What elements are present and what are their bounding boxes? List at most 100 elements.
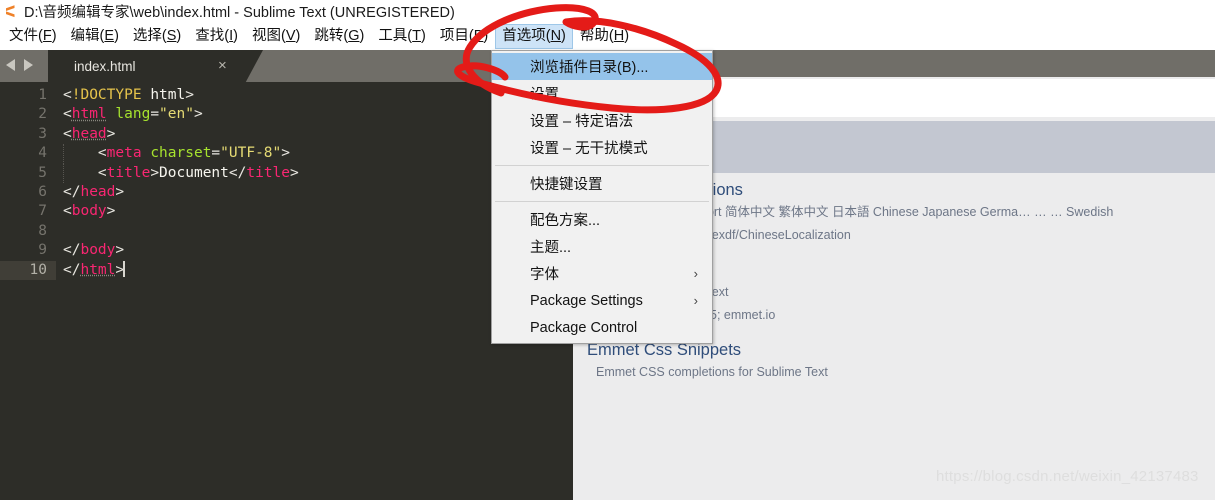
dropdown-item-label: 浏览插件目录(B)... xyxy=(530,60,649,76)
code-token: head xyxy=(80,183,116,200)
menu-goto[interactable]: 跳转(G) xyxy=(307,24,371,49)
code-token: </ xyxy=(63,261,81,278)
code-token: < xyxy=(97,145,107,162)
code-line: 6 </head> xyxy=(0,183,573,202)
editor-region: index.html × 1 <!DOCTYPE html> 2 <html lang… xyxy=(0,50,573,500)
code-line: 2 <html lang="en"> xyxy=(0,105,573,124)
line-number: 9 xyxy=(38,242,47,259)
code-token: = xyxy=(150,106,160,123)
chevron-right-icon: › xyxy=(693,293,698,308)
code-line: 10 </html> xyxy=(0,260,573,280)
tab-bar: index.html × xyxy=(0,50,573,82)
dropdown-menu-item[interactable]: 设置 – 无干扰模式 xyxy=(492,134,712,161)
line-number: 6 xyxy=(38,183,47,200)
dropdown-menu-item[interactable]: 浏览插件目录(B)... xyxy=(492,53,712,80)
dropdown-menu-item[interactable]: 字体 › xyxy=(492,260,712,287)
tab-index-html[interactable]: index.html xyxy=(48,50,263,82)
dropdown-item-label: 字体 xyxy=(530,267,559,283)
code-line: 1 <!DOCTYPE html> xyxy=(0,86,573,105)
text-caret xyxy=(123,260,126,277)
code-token: </ xyxy=(63,242,81,259)
tab-close-icon[interactable]: × xyxy=(218,58,227,73)
dropdown-menu-item[interactable]: 快捷键设置 xyxy=(492,170,712,197)
code-line-text: </html> xyxy=(56,260,126,280)
code-token: = xyxy=(211,145,221,162)
menu-view[interactable]: 视图(V) xyxy=(245,24,307,49)
code-token: html xyxy=(150,87,186,103)
menu-bar: 文件(F) 编辑(E) 选择(S) 查找(I) 视图(V) 跳转(G) 工具(T… xyxy=(0,23,1215,50)
chevron-right-icon: › xyxy=(693,266,698,281)
dropdown-menu-item[interactable]: 设置 – 特定语法 xyxy=(492,107,712,134)
line-number: 3 xyxy=(38,125,47,142)
code-token: < xyxy=(63,106,72,123)
code-token: </ xyxy=(63,183,81,200)
arrow-left-icon[interactable] xyxy=(5,58,18,72)
code-token: title xyxy=(246,164,291,181)
menu-project[interactable]: 项目(P) xyxy=(433,24,495,49)
dropdown-item-label: 快捷键设置 xyxy=(530,177,603,193)
code-token: < xyxy=(97,164,107,181)
menu-tools[interactable]: 工具(T) xyxy=(371,24,433,49)
menu-help[interactable]: 帮助(H) xyxy=(573,24,636,49)
code-token: > xyxy=(150,164,160,181)
code-line-text: <title>Document</title> xyxy=(56,163,299,183)
dropdown-item-label: 设置 xyxy=(530,87,559,103)
window-title: D:\音频编辑专家\web\index.html - Sublime Text … xyxy=(24,5,455,21)
menu-separator xyxy=(495,165,709,166)
code-token: < xyxy=(63,203,72,220)
code-token: body xyxy=(71,203,107,220)
code-token: !DOCTYPE xyxy=(71,87,142,103)
code-token: > xyxy=(106,203,116,220)
menu-file[interactable]: 文件(F) xyxy=(2,24,64,49)
preferences-dropdown-menu[interactable]: 浏览插件目录(B)... 设置设置 – 特定语法设置 – 无干扰模式 快捷键设置配色… xyxy=(491,50,713,344)
code-token: > xyxy=(185,87,194,103)
dropdown-item-label: 设置 – 无干扰模式 xyxy=(530,141,648,157)
code-token: meta xyxy=(106,145,142,162)
code-line-text: <html lang="en"> xyxy=(56,105,203,124)
code-token: < xyxy=(63,87,72,103)
code-line: 9 </body> xyxy=(0,241,573,260)
code-line-text xyxy=(56,222,63,241)
line-number: 1 xyxy=(38,87,47,103)
dropdown-item-label: 配色方案... xyxy=(530,213,601,229)
sublime-text-window: D:\音频编辑专家\web\index.html - Sublime Text … xyxy=(0,0,1215,500)
menu-selection[interactable]: 选择(S) xyxy=(126,24,188,49)
dropdown-menu-item[interactable]: 主题... xyxy=(492,233,712,260)
code-line: 7 <body> xyxy=(0,202,573,221)
code-line: 5 <title>Document</title> xyxy=(0,163,573,183)
menu-preferences[interactable]: 首选项(N) xyxy=(495,24,573,49)
dropdown-menu-item[interactable]: 设置 xyxy=(492,80,712,107)
menu-find[interactable]: 查找(I) xyxy=(188,24,245,49)
tab-nav-arrows[interactable] xyxy=(5,58,34,72)
code-token: < xyxy=(63,125,72,142)
code-token: head xyxy=(71,125,107,142)
code-token: Document xyxy=(159,164,229,181)
code-token: > xyxy=(281,145,290,162)
dropdown-menu-item[interactable]: 配色方案... xyxy=(492,206,712,233)
code-line: 3 <head> xyxy=(0,125,573,144)
dropdown-menu-item[interactable]: Package Settings › xyxy=(492,287,712,314)
code-token: html xyxy=(80,261,116,278)
code-token: lang xyxy=(115,106,151,123)
line-number: 4 xyxy=(38,145,47,162)
code-line: 8 xyxy=(0,222,573,241)
code-token: charset xyxy=(150,145,212,162)
code-line: 4 <meta charset="UTF-8"> xyxy=(0,144,573,164)
title-bar: D:\音频编辑专家\web\index.html - Sublime Text … xyxy=(0,0,1215,23)
code-token: > xyxy=(115,242,125,259)
dropdown-item-label: Package Control xyxy=(530,319,638,336)
arrow-right-icon[interactable] xyxy=(21,58,34,72)
menu-edit[interactable]: 编辑(E) xyxy=(64,24,126,49)
code-line-text: </head> xyxy=(56,183,124,202)
sublime-text-logo-icon xyxy=(3,4,18,19)
code-token: > xyxy=(290,164,299,181)
dropdown-menu-item[interactable]: Package Control xyxy=(492,314,712,341)
line-number: 7 xyxy=(38,203,47,220)
code-token: > xyxy=(193,106,203,123)
code-token: "UTF-8" xyxy=(220,145,282,162)
code-editor[interactable]: 1 <!DOCTYPE html> 2 <html lang="en"> 3 <head>… xyxy=(0,82,573,500)
code-token: body xyxy=(80,242,116,259)
